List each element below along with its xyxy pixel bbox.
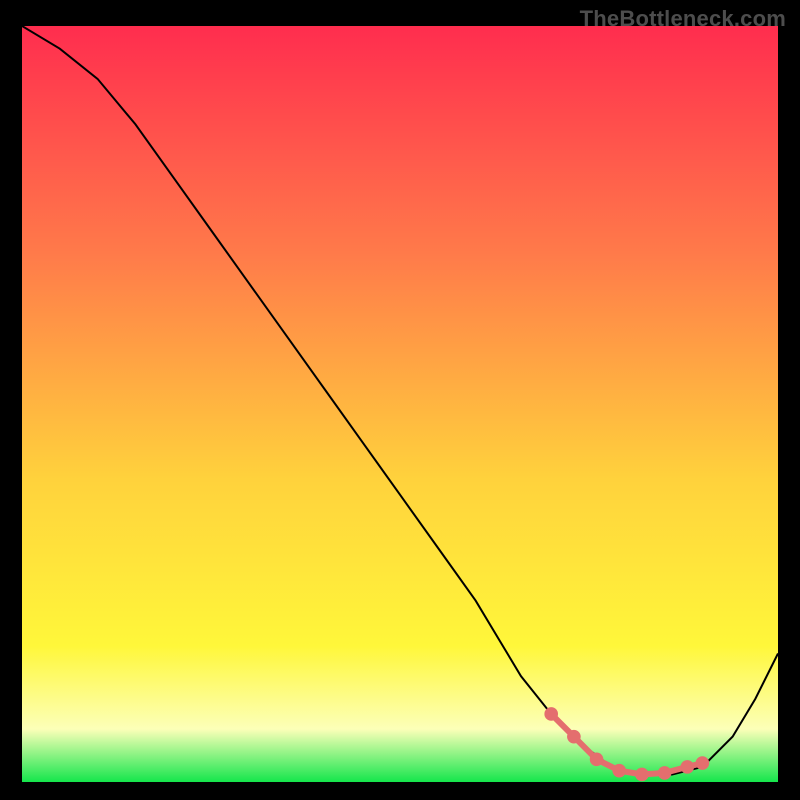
watermark-text: TheBottleneck.com	[580, 6, 786, 32]
highlight-dot	[635, 768, 649, 782]
plot-area	[22, 26, 778, 782]
highlight-dot	[696, 756, 710, 770]
highlight-dot	[658, 766, 672, 780]
highlight-dot	[680, 760, 694, 774]
chart-frame: TheBottleneck.com	[0, 0, 800, 800]
gradient-background	[22, 26, 778, 782]
highlight-dot	[567, 730, 581, 744]
highlight-dot	[544, 707, 558, 721]
highlight-dot	[590, 753, 604, 767]
highlight-dot	[612, 764, 626, 778]
chart-svg	[22, 26, 778, 782]
